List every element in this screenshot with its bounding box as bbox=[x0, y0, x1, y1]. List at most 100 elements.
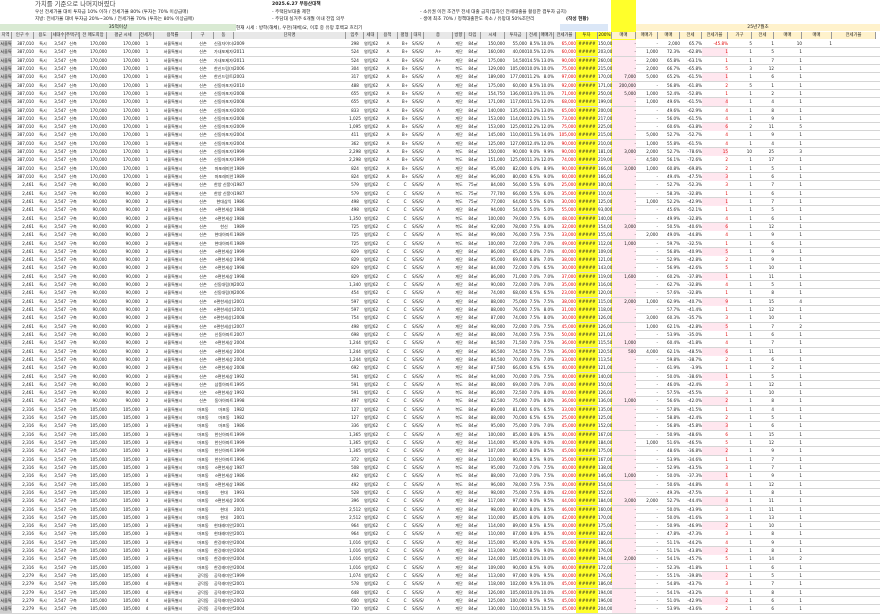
table-cell[interactable]: 2,000 bbox=[636, 65, 658, 73]
table-cell[interactable]: 특시 bbox=[34, 231, 52, 239]
table-cell[interactable]: 서울특 bbox=[0, 64, 12, 73]
table-cell[interactable]: 8 bbox=[752, 107, 774, 115]
table-cell[interactable]: C bbox=[378, 339, 398, 347]
table-cell[interactable]: 신동마포자이(자로블랑) bbox=[214, 98, 234, 106]
table-cell[interactable]: C bbox=[398, 223, 412, 231]
table-cell[interactable]: 40,000 bbox=[554, 481, 576, 489]
table-cell[interactable]: 2 bbox=[140, 373, 154, 381]
table-cell[interactable]: A bbox=[424, 605, 453, 613]
table-cell[interactable]: 65.8% bbox=[658, 57, 680, 65]
table-cell[interactable]: 2 bbox=[752, 90, 774, 98]
table-cell[interactable]: 36,000 bbox=[554, 339, 576, 347]
table-cell[interactable]: 서울특별시 bbox=[154, 173, 192, 181]
table-cell[interactable]: 영/탑62 bbox=[364, 439, 378, 447]
table-cell[interactable]: 153,000 bbox=[481, 115, 505, 123]
table-cell[interactable]: 51.0% bbox=[658, 597, 680, 605]
table-cell[interactable]: - bbox=[612, 439, 636, 447]
column-header[interactable]: 인구 수 bbox=[12, 32, 34, 39]
table-cell[interactable]: 서울특별시 bbox=[154, 364, 192, 372]
table-cell[interactable]: 12 bbox=[752, 65, 774, 73]
table-cell[interactable]: -45.8% bbox=[702, 40, 728, 48]
table-cell[interactable]: 9.5% bbox=[540, 539, 554, 547]
table-cell[interactable]: 90,000 bbox=[80, 231, 107, 239]
table-cell[interactable]: 1 bbox=[774, 364, 802, 372]
table-cell[interactable]: 영/탑62 bbox=[364, 364, 378, 372]
table-cell[interactable]: 90,000 bbox=[107, 331, 140, 339]
table-cell[interactable]: 2003 bbox=[234, 73, 346, 81]
table-cell[interactable]: 영/탑62 bbox=[364, 65, 378, 73]
table-cell[interactable]: 1 bbox=[728, 506, 752, 514]
table-cell[interactable]: 1 bbox=[728, 447, 752, 455]
table-cell[interactable]: 88,000 bbox=[481, 472, 505, 480]
table-cell[interactable]: 신촌 bbox=[192, 264, 214, 272]
table-cell[interactable]: 영/탑62 bbox=[364, 123, 378, 131]
table-cell[interactable]: 100,000 bbox=[505, 597, 527, 605]
table-cell[interactable]: - bbox=[612, 197, 636, 206]
table-cell[interactable]: 1 bbox=[728, 240, 752, 248]
table-cell[interactable]: 2008 bbox=[234, 98, 346, 106]
table-cell[interactable]: S/S/S/S bbox=[412, 73, 424, 81]
table-cell[interactable]: -52.3% bbox=[680, 181, 702, 189]
table-cell[interactable]: 166,000 bbox=[598, 173, 612, 181]
table-cell[interactable]: 1,365 bbox=[346, 439, 364, 447]
table-cell[interactable]: -35.7% bbox=[680, 314, 702, 322]
table-cell[interactable]: 1 bbox=[774, 373, 802, 381]
table-cell[interactable]: 2,316 bbox=[12, 539, 34, 547]
table-cell[interactable]: C bbox=[378, 364, 398, 372]
table-cell[interactable]: 5.5% bbox=[527, 190, 540, 198]
table-cell[interactable]: 498 bbox=[346, 323, 364, 331]
table-cell[interactable]: ##### bbox=[576, 339, 598, 348]
table-cell[interactable]: A bbox=[378, 40, 398, 48]
table-cell[interactable]: ##### bbox=[576, 372, 598, 381]
table-cell[interactable]: A bbox=[424, 140, 453, 148]
table-cell[interactable]: 계단 bbox=[453, 331, 465, 339]
table-cell[interactable]: 복도 bbox=[453, 240, 465, 248]
table-cell[interactable]: 서울특 bbox=[0, 572, 12, 580]
table-cell[interactable]: 45,000 bbox=[554, 539, 576, 547]
table-cell[interactable]: 4 bbox=[702, 339, 728, 347]
table-cell[interactable]: 170,000 bbox=[80, 123, 107, 131]
table-cell[interactable]: 서울특별시 bbox=[154, 289, 192, 297]
table-cell[interactable]: 1 bbox=[728, 406, 752, 414]
table-cell[interactable]: A bbox=[378, 165, 398, 173]
table-cell[interactable]: 136,000 bbox=[598, 397, 612, 405]
table-cell[interactable]: 105,000 bbox=[107, 506, 140, 514]
table-cell[interactable]: S/S/S/S bbox=[412, 605, 424, 613]
table-cell[interactable]: 114,000 bbox=[481, 522, 505, 530]
table-cell[interactable]: 특시 bbox=[34, 90, 52, 98]
table-cell[interactable]: 597 bbox=[346, 298, 364, 306]
table-cell[interactable]: 특시 bbox=[34, 414, 52, 422]
table-cell[interactable]: C bbox=[378, 456, 398, 464]
table-cell[interactable]: 구축 bbox=[66, 223, 80, 231]
table-cell[interactable]: 3,547 bbox=[52, 348, 66, 356]
table-cell[interactable]: 9.9% bbox=[540, 148, 554, 156]
table-cell[interactable]: 118,000 bbox=[598, 306, 612, 314]
table-cell[interactable]: 1 bbox=[728, 356, 752, 364]
table-cell[interactable]: 40,000 bbox=[554, 530, 576, 538]
table-cell[interactable]: 신촌 bbox=[192, 373, 214, 381]
table-cell[interactable]: 계단 bbox=[453, 522, 465, 530]
table-cell[interactable]: 181,000 bbox=[598, 148, 612, 156]
table-cell[interactable]: e편한세상 bbox=[214, 339, 234, 347]
table-cell[interactable]: - bbox=[636, 173, 658, 181]
table-cell[interactable]: 82,000 bbox=[505, 165, 527, 173]
table-row[interactable]: 서울특 2,461 특시 3,547 구축 90,000 90,000 2 서울특별시 신촌 e편한… bbox=[0, 264, 880, 273]
table-cell[interactable]: S/S/S/S bbox=[412, 389, 424, 397]
table-cell[interactable]: 90,000 bbox=[107, 248, 140, 256]
table-cell[interactable]: 신축 bbox=[66, 107, 80, 115]
table-row[interactable]: 서울특 2,316 특시 3,547 구축 105,000 105,000 3 서울특별시 마포동… bbox=[0, 414, 880, 423]
table-cell[interactable]: 계단 bbox=[453, 564, 465, 572]
table-cell[interactable]: 신촌 bbox=[192, 131, 214, 139]
table-cell[interactable]: 528 bbox=[346, 489, 364, 497]
table-cell[interactable]: 서울특별시 bbox=[154, 148, 192, 156]
table-cell[interactable]: 구축 bbox=[66, 373, 80, 381]
column-header[interactable]: 전세가율 bbox=[554, 32, 576, 39]
table-cell[interactable]: 52.9% bbox=[658, 464, 680, 472]
table-cell[interactable]: 현대 bbox=[214, 514, 234, 522]
table-cell[interactable]: 170,000 bbox=[107, 107, 140, 115]
table-cell[interactable]: 84㎡ bbox=[465, 82, 481, 90]
table-cell[interactable]: ##### bbox=[576, 48, 598, 57]
table-cell[interactable]: 1 bbox=[802, 40, 832, 48]
table-cell[interactable]: 서울특 bbox=[0, 339, 12, 348]
table-cell[interactable]: 신촌 bbox=[192, 148, 214, 156]
